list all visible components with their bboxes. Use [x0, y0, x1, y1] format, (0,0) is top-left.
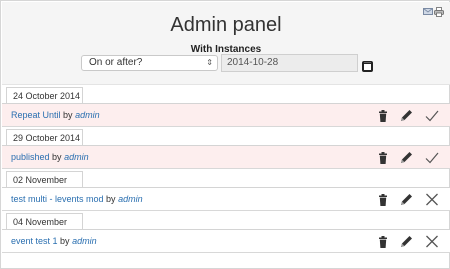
date-group-header: 02 November 2014: [2, 169, 450, 201]
event-title-link[interactable]: Repeat Until: [11, 110, 61, 120]
trash-icon[interactable]: [379, 151, 387, 164]
event-text: event test 1 by admin: [11, 236, 97, 246]
panel-header: Admin panel With Instances On or after? …: [2, 2, 450, 85]
trash-icon[interactable]: [379, 235, 387, 248]
date-filter-value: On or after?: [89, 57, 143, 68]
close-icon[interactable]: [425, 193, 439, 206]
event-title-link[interactable]: event test 1: [11, 236, 58, 246]
by-label: by: [63, 110, 73, 120]
trash-icon[interactable]: [379, 193, 387, 206]
event-row: event test 1 by admin: [2, 230, 450, 253]
by-label: by: [52, 152, 62, 162]
author-link[interactable]: admin: [64, 152, 89, 162]
event-text: test multi - levents mod by admin: [11, 194, 143, 204]
event-title-link[interactable]: test multi - levents mod: [11, 194, 104, 204]
date-group-label: 02 November 2014: [6, 171, 83, 201]
check-icon[interactable]: [425, 152, 439, 164]
page-title: Admin panel: [170, 14, 282, 36]
pencil-icon[interactable]: [400, 151, 413, 164]
date-group-header: 24 October 2014: [2, 85, 450, 104]
date-group-label: 29 October 2014: [6, 129, 83, 146]
admin-panel: Admin panel With Instances On or after? …: [0, 0, 450, 269]
date-input[interactable]: 2014-10-28: [221, 54, 358, 72]
event-text: published by admin: [11, 152, 89, 162]
event-text: Repeat Until by admin: [11, 110, 100, 120]
date-group-label: 24 October 2014: [6, 87, 83, 104]
event-row: test multi - levents mod by admin: [2, 188, 450, 211]
row-actions: [379, 107, 439, 124]
pencil-icon[interactable]: [400, 193, 413, 206]
pencil-icon[interactable]: [400, 235, 413, 248]
author-link[interactable]: admin: [75, 110, 100, 120]
date-group-label: 04 November 2014: [6, 213, 83, 243]
by-label: by: [106, 194, 116, 204]
event-title-link[interactable]: published: [11, 152, 50, 162]
close-icon[interactable]: [425, 235, 439, 248]
date-group-header: 29 October 2014: [2, 127, 450, 146]
row-actions: [379, 149, 439, 166]
row-actions: [379, 191, 439, 208]
check-icon[interactable]: [425, 110, 439, 122]
trash-icon[interactable]: [379, 109, 387, 122]
event-list: 24 October 2014 Repeat Until by admin 29…: [2, 85, 450, 253]
date-group-header: 04 November 2014: [2, 211, 450, 243]
author-link[interactable]: admin: [118, 194, 143, 204]
select-arrows-icon: ⇕: [206, 58, 213, 67]
event-row: Repeat Until by admin: [2, 104, 450, 127]
row-actions: [379, 233, 439, 250]
calendar-icon[interactable]: [362, 61, 373, 72]
author-link[interactable]: admin: [72, 236, 97, 246]
event-row: published by admin: [2, 146, 450, 169]
pencil-icon[interactable]: [400, 109, 413, 122]
date-filter-select[interactable]: On or after? ⇕: [81, 55, 218, 71]
by-label: by: [60, 236, 70, 246]
